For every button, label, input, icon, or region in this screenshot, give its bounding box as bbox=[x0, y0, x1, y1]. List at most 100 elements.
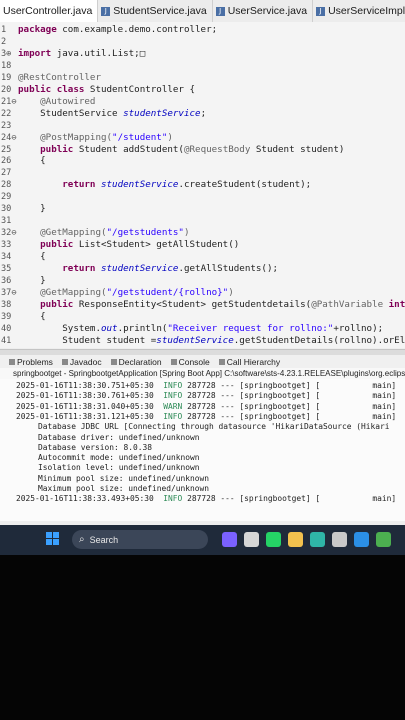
start-icon[interactable] bbox=[46, 532, 60, 546]
code-line: 19 @RestController bbox=[0, 72, 405, 85]
view-tab-label: Javadoc bbox=[69, 356, 102, 367]
console-line: 2025-01-16T11:38:31.121+05:30 INFO 28772… bbox=[16, 412, 396, 422]
log-message: Autocommit mode: undefined/unknown bbox=[0, 453, 200, 463]
windows-taskbar: ⌕ Search bbox=[0, 525, 405, 555]
code-text: { bbox=[18, 311, 46, 324]
code-token: @PostMapping( bbox=[18, 131, 113, 143]
java-file-icon: J bbox=[316, 6, 326, 16]
console-output[interactable]: 2025-01-16T11:38:30.751+05:30 INFO 28772… bbox=[0, 379, 405, 521]
code-token: @PathVariable bbox=[311, 298, 389, 310]
code-token: studentService bbox=[100, 263, 179, 274]
view-tab-label: Call Hierarchy bbox=[226, 356, 281, 367]
editor-tab[interactable]: JUserServiceImpl.java bbox=[313, 0, 405, 22]
taskview-icon[interactable] bbox=[244, 532, 259, 547]
code-token: @RestController bbox=[18, 71, 101, 83]
log-message: Minimum pool size: undefined/unknown bbox=[0, 473, 210, 483]
log-level: INFO bbox=[163, 381, 183, 390]
code-text: } bbox=[18, 203, 46, 216]
chrome-icon[interactable] bbox=[376, 532, 391, 547]
view-tab-call-hierarchy[interactable]: Call Hierarchy bbox=[218, 356, 281, 367]
code-token: return bbox=[18, 263, 101, 274]
line-number: 29 bbox=[1, 192, 12, 203]
code-line: 30 } bbox=[0, 203, 405, 216]
code-line: 36 } bbox=[0, 275, 405, 288]
console-launch-title: springbootget - SpringbootgetApplication… bbox=[0, 368, 405, 379]
code-token: package bbox=[18, 24, 63, 35]
code-text: System.out.println("Receiver request for… bbox=[18, 323, 383, 336]
log-message: 287728 --- [springbootget] [ main] bbox=[187, 381, 397, 390]
log-timestamp: 2025-01-16T11:38:31.121+05:30 bbox=[16, 411, 164, 421]
code-token: .getStudentDetails(rollno).orElse(null bbox=[233, 334, 405, 346]
log-message: 287728 --- [springbootget] [ main] bbox=[187, 391, 397, 401]
code-token: @RequestBody bbox=[183, 143, 256, 155]
code-token: public class bbox=[18, 83, 90, 95]
code-token: studentService bbox=[123, 107, 201, 119]
editor-tab[interactable]: UserController.java bbox=[0, 0, 99, 22]
dark-background bbox=[0, 555, 405, 720]
view-tab-problems[interactable]: Problems bbox=[9, 357, 53, 367]
log-level: INFO bbox=[163, 494, 183, 504]
code-line: 23 bbox=[0, 120, 405, 133]
log-message: Isolation level: undefined/unknown bbox=[0, 463, 200, 473]
log-timestamp: 2025-01-16T11:38:31.040+05:30 bbox=[16, 401, 164, 411]
code-editor[interactable]: 1 package com.example.demo.controller; 2 3⊕… bbox=[0, 22, 405, 348]
chat-app-icon[interactable] bbox=[266, 532, 281, 547]
line-number: 27 bbox=[1, 168, 12, 179]
console-line: Database driver: undefined/unknown bbox=[0, 433, 200, 443]
view-tab-console[interactable]: Console bbox=[170, 357, 210, 367]
editor-tab-label: UserServiceImpl.java bbox=[328, 5, 405, 17]
edge-browser-icon[interactable] bbox=[310, 532, 325, 547]
code-token: .println( bbox=[117, 322, 168, 334]
code-token: } bbox=[18, 274, 46, 286]
store-icon[interactable] bbox=[332, 532, 347, 547]
video-call-app-icon[interactable] bbox=[222, 532, 237, 547]
editor-tab[interactable]: J StudentService.java bbox=[98, 0, 213, 22]
console-line: 2025-01-16T11:38:30.761+05:30 INFO 28772… bbox=[16, 391, 396, 401]
code-text: @PostMapping("/student") bbox=[18, 132, 173, 145]
console-line: Database JDBC URL [Connecting through da… bbox=[0, 422, 390, 432]
vscode-icon[interactable] bbox=[354, 532, 369, 547]
bottom-view-tabs: Problems Javadoc Declaration Console Call Hi… bbox=[0, 355, 405, 368]
log-level: WARN bbox=[163, 401, 183, 411]
taskbar-search-label: Search bbox=[89, 534, 119, 545]
file-explorer-icon[interactable] bbox=[288, 532, 303, 547]
code-line: 22 StudentService studentService; bbox=[0, 108, 405, 121]
console-line: 2025-01-16T11:38:31.040+05:30 WARN 28772… bbox=[16, 402, 396, 412]
code-token: +rollno); bbox=[333, 322, 384, 334]
code-token: public bbox=[18, 298, 79, 310]
code-text: import java.util.List;□ bbox=[18, 48, 145, 61]
log-message: 287728 --- [springbootget] [ main] bbox=[187, 411, 397, 421]
code-token: } bbox=[18, 203, 46, 215]
code-text: return studentService.getAllStudents(); bbox=[18, 263, 278, 276]
code-token: { bbox=[18, 310, 46, 322]
view-tab-icon bbox=[218, 358, 225, 365]
code-token: { bbox=[18, 251, 46, 263]
code-line: 31 bbox=[0, 215, 405, 228]
code-token: out bbox=[100, 322, 118, 334]
code-token: Student student) bbox=[255, 143, 345, 155]
code-line: 33 public List<Student> getAllStudent() bbox=[0, 239, 405, 252]
view-tab-javadoc[interactable]: Javadoc bbox=[61, 356, 102, 367]
editor-tab[interactable]: J UserService.java bbox=[213, 0, 314, 22]
editor-tab-label: UserService.java bbox=[227, 5, 308, 17]
code-token: int bbox=[388, 298, 405, 310]
code-text: public List<Student> getAllStudent() bbox=[18, 239, 239, 252]
taskbar-search-box[interactable]: ⌕ Search bbox=[72, 530, 208, 549]
code-token: com.example.demo.controller; bbox=[62, 24, 218, 35]
code-token: public bbox=[18, 143, 79, 155]
code-text: Student student =studentService.getStude… bbox=[18, 335, 405, 348]
code-token: "Receiver request for rollno:" bbox=[167, 322, 334, 334]
log-message: Maximum pool size: undefined/unknown bbox=[0, 484, 210, 493]
view-tab-declaration[interactable]: Declaration bbox=[110, 357, 162, 367]
log-timestamp: 2025-01-16T11:38:33.493+05:30 bbox=[16, 494, 164, 504]
search-icon: ⌕ bbox=[79, 534, 85, 545]
code-line: 2 bbox=[0, 36, 405, 49]
code-token: @Autowired bbox=[18, 95, 96, 107]
code-text: { bbox=[18, 251, 46, 264]
log-timestamp: 2025-01-16T11:38:30.751+05:30 bbox=[16, 381, 164, 390]
console-line: Autocommit mode: undefined/unknown bbox=[0, 453, 200, 463]
code-line: 37⊖ @GetMapping("/getstudent/{rollno}") bbox=[0, 287, 405, 300]
code-token: List<Student> getAllStudent() bbox=[78, 239, 240, 251]
java-file-icon: J bbox=[101, 6, 111, 16]
code-text: @GetMapping("/getstudent/{rollno}") bbox=[18, 287, 234, 300]
